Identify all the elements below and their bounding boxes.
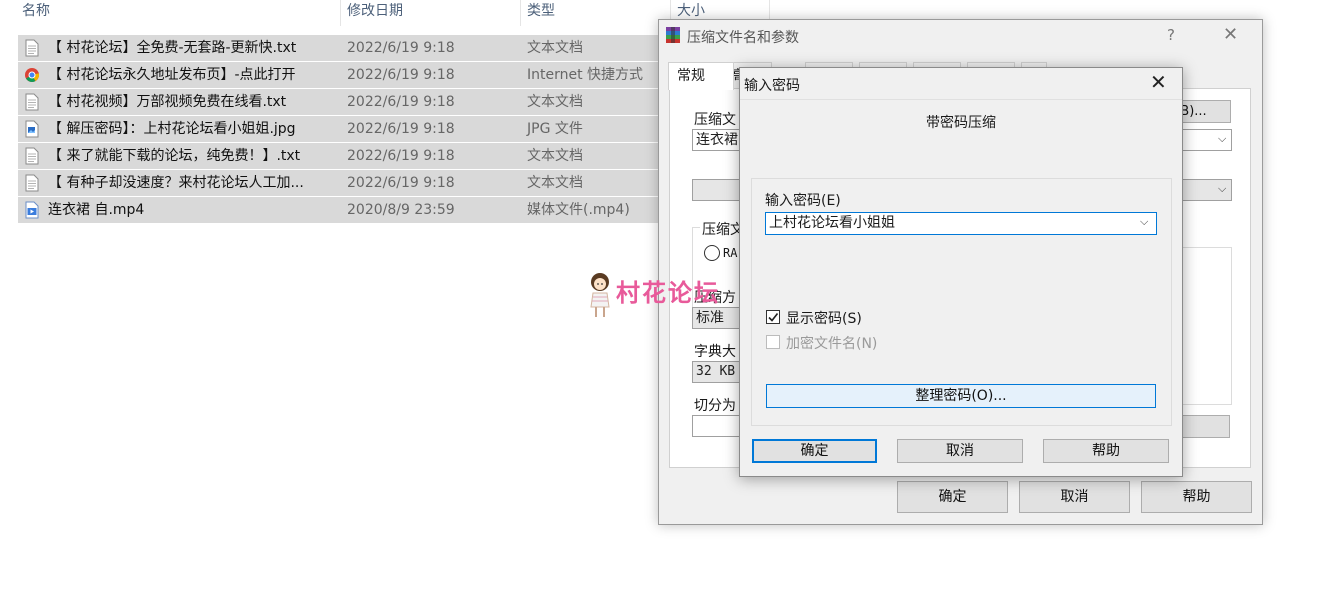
close-icon[interactable]: ✕ bbox=[1223, 24, 1238, 45]
watermark-text: 村花论坛 bbox=[616, 279, 720, 307]
column-divider[interactable] bbox=[340, 0, 341, 26]
encrypt-file-names-checkbox[interactable] bbox=[766, 335, 780, 349]
password-heading: 带密码压缩 bbox=[926, 115, 996, 131]
archive-dialog-title: 压缩文件名和参数 bbox=[687, 30, 799, 46]
column-header-type[interactable]: 类型 bbox=[527, 0, 555, 26]
winrar-icon bbox=[666, 27, 680, 43]
enter-password-label: 输入密码(E) bbox=[765, 193, 841, 209]
video-file-icon bbox=[25, 201, 39, 219]
archive-cancel-button[interactable]: 取消 bbox=[1019, 481, 1130, 513]
set-password-button[interactable] bbox=[1180, 415, 1230, 438]
dictionary-label: 字典大 bbox=[694, 344, 736, 360]
checkmark-icon bbox=[768, 313, 779, 322]
archive-help-button[interactable]: 帮助 bbox=[1141, 481, 1252, 513]
file-type: Internet 快捷方式 bbox=[527, 67, 644, 83]
file-row[interactable]: 【 有种子却没速度？来村花论坛人工加... 2022/6/19 9:18 文本文… bbox=[18, 170, 670, 196]
file-modified: 2022/6/19 9:18 bbox=[347, 121, 455, 137]
archive-name-label: 压缩文 bbox=[694, 112, 736, 128]
chevron-down-icon[interactable]: ⌵ bbox=[1218, 182, 1226, 196]
column-divider[interactable] bbox=[520, 0, 521, 26]
chrome-shortcut-icon bbox=[25, 68, 39, 82]
file-row[interactable]: 【 解压密码】：上村花论坛看小姐姐.jpg 2022/6/19 9:18 JPG… bbox=[18, 116, 670, 142]
password-cancel-button[interactable]: 取消 bbox=[897, 439, 1023, 463]
column-header-name[interactable]: 名称 bbox=[22, 0, 50, 26]
text-file-icon bbox=[25, 39, 39, 57]
file-row[interactable]: 【 村花论坛】全免费-无套路-更新快.txt 2022/6/19 9:18 文本… bbox=[18, 35, 670, 61]
organize-passwords-button[interactable]: 整理密码(O)... bbox=[766, 384, 1156, 408]
file-row[interactable]: 【 村花论坛永久地址发布页】-点此打开 2022/6/19 9:18 Inter… bbox=[18, 62, 670, 88]
text-file-icon bbox=[25, 93, 39, 111]
file-type: 文本文档 bbox=[527, 148, 583, 164]
show-password-checkbox[interactable] bbox=[766, 310, 780, 324]
password-help-button[interactable]: 帮助 bbox=[1043, 439, 1169, 463]
watermark: 村花论坛 bbox=[587, 271, 747, 321]
file-type: 文本文档 bbox=[527, 175, 583, 191]
file-modified: 2022/6/19 9:18 bbox=[347, 40, 455, 56]
file-modified: 2022/6/19 9:18 bbox=[347, 94, 455, 110]
file-modified: 2020/8/9 23:59 bbox=[347, 202, 455, 218]
password-ok-button[interactable]: 确定 bbox=[752, 439, 877, 463]
password-input[interactable]: 上村花论坛看小姐姐 ⌵ bbox=[765, 212, 1157, 235]
file-name: 【 村花论坛】全免费-无套路-更新快.txt bbox=[48, 40, 297, 56]
file-name: 【 村花视频】万部视频免费在线看.txt bbox=[48, 94, 287, 110]
file-name: 【 村花论坛永久地址发布页】-点此打开 bbox=[48, 67, 296, 83]
archive-ok-button[interactable]: 确定 bbox=[897, 481, 1008, 513]
rar-radio-label: RA bbox=[723, 246, 738, 260]
dictionary-value: 32 KB bbox=[696, 364, 736, 379]
file-type: 媒体文件(.mp4) bbox=[527, 202, 630, 218]
tab-general[interactable]: 常规 bbox=[668, 62, 734, 90]
show-password-label[interactable]: 显示密码(S) bbox=[786, 308, 862, 328]
text-file-icon bbox=[25, 174, 39, 192]
encrypt-file-names-label[interactable]: 加密文件名(N) bbox=[786, 333, 877, 353]
split-label: 切分为 bbox=[694, 398, 736, 414]
file-name: 【 解压密码】：上村花论坛看小姐姐.jpg bbox=[48, 121, 296, 137]
help-icon[interactable]: ? bbox=[1167, 26, 1175, 44]
file-type: 文本文档 bbox=[527, 94, 583, 110]
rar-radio[interactable] bbox=[704, 245, 720, 261]
girl-mascot-icon bbox=[590, 273, 610, 317]
text-file-icon bbox=[25, 147, 39, 165]
file-modified: 2022/6/19 9:18 bbox=[347, 175, 455, 191]
password-dialog: 输入密码 ✕ 带密码压缩 输入密码(E) 上村花论坛看小姐姐 ⌵ 显示密码(S)… bbox=[739, 67, 1183, 477]
file-name: 【 有种子却没速度？来村花论坛人工加... bbox=[48, 175, 304, 191]
file-type: JPG 文件 bbox=[527, 121, 583, 137]
close-icon[interactable]: ✕ bbox=[1150, 70, 1167, 94]
archive-name-value: 连衣裙 bbox=[696, 132, 738, 148]
password-group: 输入密码(E) 上村花论坛看小姐姐 ⌵ 显示密码(S) 加密文件名(N) 整理密… bbox=[751, 178, 1172, 426]
column-header-modified[interactable]: 修改日期 bbox=[347, 0, 403, 26]
file-modified: 2022/6/19 9:18 bbox=[347, 148, 455, 164]
file-name: 连衣裙 自.mp4 bbox=[48, 202, 145, 218]
chevron-down-icon[interactable]: ⌵ bbox=[1218, 132, 1226, 146]
file-name: 【 来了就能下载的论坛，纯免费！】.txt bbox=[48, 148, 301, 164]
file-type: 文本文档 bbox=[527, 40, 583, 56]
image-file-icon bbox=[25, 120, 39, 138]
file-row[interactable]: 连衣裙 自.mp4 2020/8/9 23:59 媒体文件(.mp4) bbox=[18, 197, 670, 223]
file-row[interactable]: 【 村花视频】万部视频免费在线看.txt 2022/6/19 9:18 文本文档 bbox=[18, 89, 670, 115]
file-row[interactable]: 【 来了就能下载的论坛，纯免费！】.txt 2022/6/19 9:18 文本文… bbox=[18, 143, 670, 169]
chevron-down-icon[interactable]: ⌵ bbox=[1140, 215, 1148, 229]
password-dialog-title: 输入密码 bbox=[744, 78, 800, 94]
password-value: 上村花论坛看小姐姐 bbox=[769, 215, 895, 231]
file-modified: 2022/6/19 9:18 bbox=[347, 67, 455, 83]
options-group bbox=[1180, 247, 1232, 405]
